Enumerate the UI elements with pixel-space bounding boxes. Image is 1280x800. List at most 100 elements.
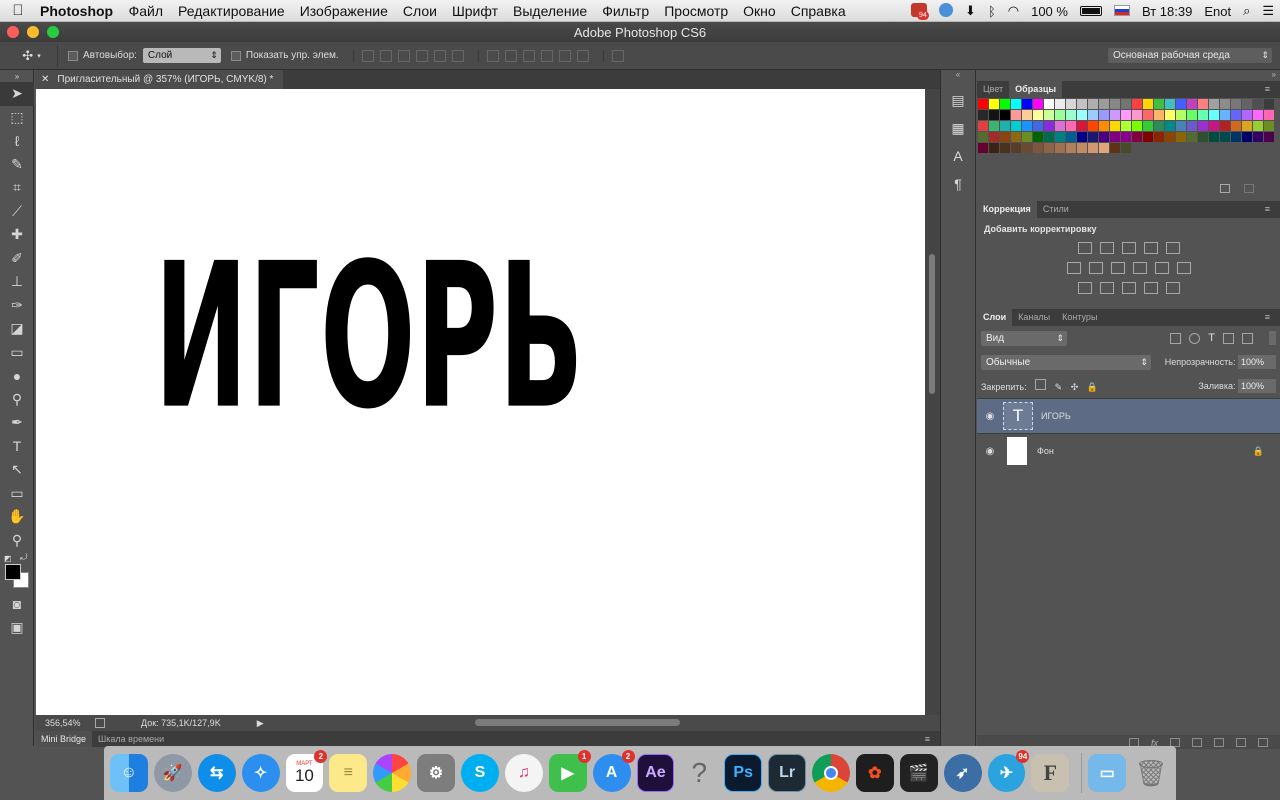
color-swatch[interactable]	[978, 121, 988, 131]
color-swatch[interactable]	[1231, 132, 1241, 142]
color-swatch[interactable]	[1264, 121, 1274, 131]
color-swatch[interactable]	[1011, 99, 1021, 109]
align-right-icon[interactable]	[451, 49, 464, 62]
color-swatch[interactable]	[1033, 110, 1043, 120]
color-swatch[interactable]	[1132, 121, 1142, 131]
menu-view[interactable]: Просмотр	[657, 3, 736, 19]
color-swatch[interactable]	[1088, 143, 1098, 153]
color-swatch[interactable]	[1154, 121, 1164, 131]
selective-color-icon[interactable]	[1143, 282, 1158, 294]
menu-image[interactable]: Изображение	[292, 3, 395, 19]
color-swatch[interactable]	[1143, 121, 1153, 131]
close-document-icon[interactable]: ✕	[41, 74, 49, 85]
clock[interactable]: Вт 18:39	[1136, 4, 1198, 19]
color-swatch[interactable]	[1011, 132, 1021, 142]
apple-menu-icon[interactable]: 	[0, 2, 36, 19]
move-tool-button[interactable]: ➤	[0, 82, 34, 106]
color-swatch[interactable]	[1176, 121, 1186, 131]
lock-image-icon[interactable]: ✎	[1055, 382, 1063, 392]
color-swatch[interactable]	[1154, 132, 1164, 142]
pen-tool-button[interactable]: ✒	[0, 411, 34, 435]
black-white-icon[interactable]	[1110, 262, 1125, 274]
opacity-input[interactable]: 100%	[1238, 355, 1276, 369]
delete-swatch-icon[interactable]	[1244, 184, 1254, 193]
healing-tool-button[interactable]: ✚	[0, 223, 34, 247]
color-swatch[interactable]	[1264, 110, 1274, 120]
dock-photoshop[interactable]: Ps	[724, 754, 763, 792]
status-arrow-icon[interactable]: ▶	[257, 718, 264, 729]
dock-telegram[interactable]: ✈ 94	[987, 750, 1030, 792]
distribute-hcenter-icon[interactable]	[558, 49, 571, 62]
type-tool-button[interactable]: T	[0, 435, 34, 459]
color-swatch[interactable]	[1077, 121, 1087, 131]
dock-chrome[interactable]	[812, 754, 850, 792]
wifi-icon[interactable]: ◠	[1002, 3, 1025, 19]
color-swatch[interactable]	[1088, 110, 1098, 120]
swap-colors-icon[interactable]: ⤾	[20, 552, 28, 563]
color-swatch[interactable]	[1253, 121, 1263, 131]
user-name[interactable]: Enot	[1198, 4, 1237, 19]
color-swatch[interactable]	[1066, 132, 1076, 142]
color-swatch[interactable]	[1033, 121, 1043, 131]
swatches-panel-menu-icon[interactable]: ≡	[1259, 81, 1276, 98]
canvas-text-layer[interactable]: ИГОРЬ	[154, 251, 584, 451]
color-swatch[interactable]	[989, 121, 999, 131]
color-swatch[interactable]	[1209, 99, 1219, 109]
zoom-window-button[interactable]	[47, 26, 59, 38]
filter-smart-object-icon[interactable]	[1242, 332, 1253, 344]
layers-panel-menu-icon[interactable]: ≡	[1259, 309, 1276, 326]
color-swatch[interactable]	[1000, 110, 1010, 120]
dock-itunes[interactable]: ♫	[504, 754, 543, 792]
color-swatch[interactable]	[989, 99, 999, 109]
color-swatch[interactable]	[1132, 110, 1142, 120]
tab-layers[interactable]: Слои	[977, 309, 1013, 326]
dock-finder[interactable]: ☺	[110, 754, 148, 792]
color-swatch[interactable]	[1000, 99, 1010, 109]
quick-select-tool-button[interactable]: ✎	[0, 153, 34, 177]
color-swatch[interactable]	[1077, 132, 1087, 142]
spotlight-icon[interactable]: ⌕	[1237, 3, 1256, 19]
properties-panel-icon[interactable]: ▦	[941, 116, 975, 140]
menu-app-name[interactable]: Photoshop	[36, 3, 121, 19]
layer-filter-dropdown[interactable]: Вид	[981, 330, 1067, 346]
distribute-bottom-icon[interactable]	[522, 49, 535, 62]
color-swatch[interactable]	[1055, 110, 1065, 120]
dock-facetime[interactable]: ▶ 1	[548, 750, 591, 792]
vertical-scrollbar[interactable]	[925, 89, 940, 715]
gradient-tool-button[interactable]: ▭	[0, 341, 34, 365]
dock-trash[interactable]: 🗑	[1132, 754, 1170, 792]
color-swatch[interactable]	[1165, 132, 1175, 142]
color-swatch[interactable]	[1198, 99, 1208, 109]
distribute-vcenter-icon[interactable]	[504, 49, 517, 62]
color-swatch[interactable]	[978, 132, 988, 142]
hand-tool-button[interactable]: ✋	[0, 505, 34, 529]
lock-all-icon[interactable]: 🔒	[1087, 382, 1098, 392]
color-swatch[interactable]	[1165, 99, 1175, 109]
color-swatch[interactable]	[1242, 110, 1252, 120]
battery-icon[interactable]	[1079, 6, 1102, 16]
eyedropper-tool-button[interactable]: ⟋	[0, 200, 34, 224]
align-left-icon[interactable]	[415, 49, 428, 62]
close-window-button[interactable]	[7, 26, 19, 38]
color-swatch[interactable]	[1187, 99, 1197, 109]
color-swatch[interactable]	[1154, 99, 1164, 109]
color-swatch[interactable]	[1066, 110, 1076, 120]
shape-tool-button[interactable]: ▭	[0, 482, 34, 506]
color-swatch[interactable]	[1022, 132, 1032, 142]
color-swatch[interactable]	[1044, 143, 1054, 153]
color-swatch[interactable]	[978, 110, 988, 120]
color-balance-icon[interactable]	[1088, 262, 1103, 274]
dock-system-preferences[interactable]: ⚙	[417, 754, 455, 792]
dock-safari[interactable]: ✧	[241, 754, 280, 792]
color-swatch[interactable]	[1088, 121, 1098, 131]
dock-sparrow-mail[interactable]: ➶	[943, 754, 982, 792]
dock-after-effects[interactable]: Ae	[636, 754, 675, 792]
history-panel-icon[interactable]: ▤	[941, 88, 975, 112]
vibrance-icon[interactable]	[1165, 242, 1180, 254]
workspace-switcher[interactable]: Основная рабочая среда	[1108, 48, 1272, 63]
quick-mask-button[interactable]: ◙	[0, 592, 34, 616]
color-swatch[interactable]	[1165, 121, 1175, 131]
color-swatch[interactable]	[1110, 99, 1120, 109]
dock-launchpad[interactable]: 🚀	[153, 754, 192, 792]
color-swatch[interactable]	[989, 110, 999, 120]
